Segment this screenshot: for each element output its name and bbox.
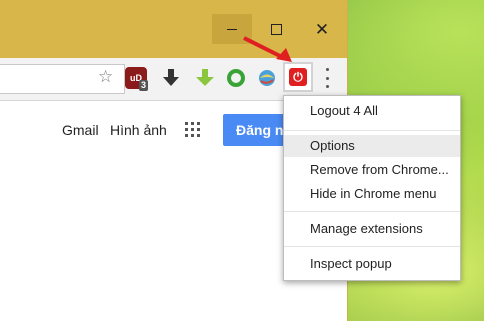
ublock-icon[interactable]: uD 3 xyxy=(125,67,149,91)
menu-separator xyxy=(284,130,460,131)
extension-context-menu: Logout 4 All Options Remove from Chrome.… xyxy=(283,95,461,281)
green-download-icon[interactable] xyxy=(194,67,216,89)
menu-item-hide-in-chrome-menu[interactable]: Hide in Chrome menu xyxy=(284,183,460,205)
minimize-icon xyxy=(227,28,237,30)
close-icon: ✕ xyxy=(314,19,330,39)
gmail-link[interactable]: Gmail xyxy=(62,122,99,138)
images-link[interactable]: Hình ảnh xyxy=(110,122,167,138)
download-arrow-icon[interactable] xyxy=(160,67,182,89)
logout-power-button[interactable]: ⏻ xyxy=(283,62,313,92)
maximize-icon xyxy=(270,23,282,35)
power-icon: ⏻ xyxy=(289,68,307,86)
green-ring-icon[interactable] xyxy=(225,67,247,89)
close-button[interactable]: ✕ xyxy=(308,14,336,44)
address-bar[interactable]: ☆ xyxy=(0,64,125,94)
star-icon[interactable]: ☆ xyxy=(98,67,113,87)
red-arrow-annotation xyxy=(243,36,292,62)
ublock-badge: 3 xyxy=(139,80,149,91)
menu-item-remove-from-chrome[interactable]: Remove from Chrome... xyxy=(284,159,460,181)
menu-item-options[interactable]: Options xyxy=(284,135,460,157)
apps-grid-icon[interactable] xyxy=(185,122,200,137)
menu-item-manage-extensions[interactable]: Manage extensions xyxy=(284,218,460,240)
menu-separator xyxy=(284,246,460,247)
menu-item-logout-4-all[interactable]: Logout 4 All xyxy=(284,100,460,122)
menu-separator xyxy=(284,211,460,212)
menu-item-inspect-popup[interactable]: Inspect popup xyxy=(284,253,460,275)
globe-icon[interactable] xyxy=(256,67,278,89)
more-vert-icon[interactable] xyxy=(322,68,332,88)
